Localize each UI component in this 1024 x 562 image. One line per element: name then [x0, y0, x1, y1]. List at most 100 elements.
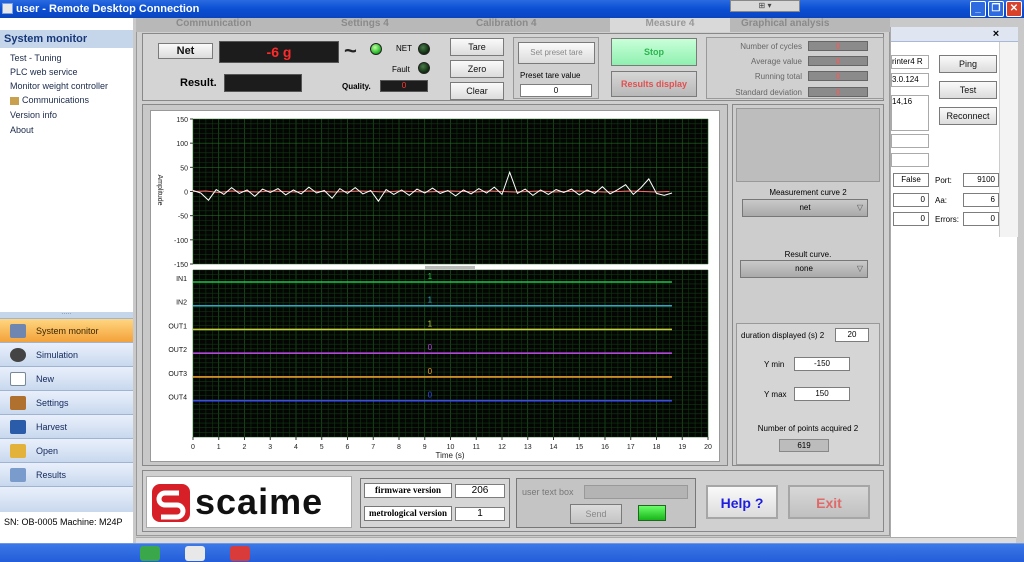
minimize-icon[interactable]: _: [970, 1, 986, 17]
ip-field: 3.0.124: [891, 73, 929, 87]
result-curve-select[interactable]: none ▽: [740, 260, 868, 278]
sidebar-item-about[interactable]: About: [10, 123, 34, 137]
nav-system-monitor[interactable]: System monitor: [0, 318, 133, 342]
nav-settings[interactable]: Settings: [0, 390, 133, 414]
sidebar-item-monitor-weight-controller[interactable]: Monitor weight controller: [10, 79, 108, 93]
result-display: [224, 74, 302, 92]
ymin-input[interactable]: -150: [794, 357, 850, 371]
measurement-curve-select[interactable]: net ▽: [742, 199, 868, 217]
x-tick-label: 15: [575, 444, 583, 451]
time-x-ticks: 0 1 2 3 4 5 6 7 8 9 10 11 12 13 14 15 16 17 18 19 20: [191, 437, 712, 451]
printer-field: rinter4 R: [891, 55, 929, 69]
x-tick-label: 13: [524, 444, 532, 451]
io-value-in1: 1: [428, 272, 433, 281]
sidebar-item-version-info[interactable]: Version info: [10, 108, 57, 122]
window-title: user - Remote Desktop Connection: [16, 3, 200, 15]
folder-icon: [10, 444, 26, 458]
send-status-led: [638, 505, 666, 521]
sidebar-item-communications[interactable]: Communications: [10, 93, 89, 107]
y-tick-label: 0: [184, 190, 188, 197]
x-tick-label: 20: [704, 444, 712, 451]
y-tick-label: 150: [176, 117, 188, 124]
x-tick-label: 7: [371, 444, 375, 451]
help-button[interactable]: Help ?: [706, 485, 778, 519]
nav-label: Open: [36, 446, 59, 456]
io-label-out4: OUT4: [168, 395, 187, 402]
metrological-label: metrological version: [364, 506, 452, 521]
results-display-button[interactable]: Results display: [611, 71, 697, 97]
io-label-in2: IN2: [176, 300, 187, 307]
nav-new[interactable]: New: [0, 366, 133, 390]
taskbar-app-icon[interactable]: [185, 546, 205, 561]
status-machine: SN: OB-0005 Machine: M24P: [0, 512, 133, 532]
x-tick-label: 12: [498, 444, 506, 451]
result-curve-label: Result curve.: [784, 250, 832, 259]
ymax-input[interactable]: 150: [794, 387, 850, 401]
x-tick-label: 3: [268, 444, 272, 451]
average-label: Average value: [751, 57, 802, 66]
nav-open[interactable]: Open: [0, 438, 133, 462]
sidebar-item-plc-web-service[interactable]: PLC web service: [10, 65, 78, 79]
x-tick-label: 8: [397, 444, 401, 451]
user-text-input[interactable]: [584, 485, 688, 499]
x-tick-label: 9: [423, 444, 427, 451]
misc-field: 14,16: [891, 95, 929, 131]
x-tick-label: 14: [550, 444, 558, 451]
x-tick-label: 5: [320, 444, 324, 451]
running-total-value: 0: [808, 71, 868, 81]
nav-results[interactable]: Results: [0, 462, 133, 486]
set-preset-tare-button[interactable]: Set preset tare: [518, 42, 595, 64]
stop-button[interactable]: Stop: [611, 38, 697, 66]
x-tick-label: 4: [294, 444, 298, 451]
plot-splitter[interactable]: [425, 266, 475, 269]
scaime-logo: scaime: [146, 476, 352, 528]
network-icon: [10, 96, 19, 105]
restore-icon[interactable]: ❐: [988, 1, 1004, 17]
aa-field: 6: [963, 193, 999, 207]
nav-harvest[interactable]: Harvest: [0, 414, 133, 438]
clear-button[interactable]: Clear: [450, 82, 504, 100]
tab-settings[interactable]: Settings 4: [341, 18, 389, 30]
test-button[interactable]: Test: [939, 81, 997, 99]
sidebar-item-communications-label: Communications: [22, 95, 90, 105]
user-text-label: user text box: [522, 487, 574, 497]
duration-input[interactable]: 20: [835, 328, 869, 342]
tab-calibration[interactable]: Calibration 4: [476, 18, 537, 30]
io-value-out1: 1: [428, 319, 433, 328]
result-label: Result.: [180, 77, 217, 89]
preset-tare-input[interactable]: 0: [520, 84, 592, 97]
zero-button[interactable]: Zero: [450, 60, 504, 78]
tab-measure[interactable]: Measure 4: [610, 18, 730, 32]
running-total-label: Running total: [754, 72, 802, 81]
errors-field: 0: [963, 212, 999, 226]
tare-button[interactable]: Tare: [450, 38, 504, 56]
nav-footer: [0, 486, 133, 512]
time-axis-label: Time (s): [435, 451, 464, 460]
harvest-icon: [10, 420, 26, 434]
exit-button[interactable]: Exit: [788, 485, 870, 519]
x-tick-label: 18: [653, 444, 661, 451]
net-value-display: -6 g: [219, 41, 339, 63]
port-field: 9100: [963, 173, 999, 187]
close-icon[interactable]: ×: [989, 28, 1003, 41]
y-tick-label: -150: [174, 262, 188, 269]
nav-simulation[interactable]: Simulation: [0, 342, 133, 366]
dropdown-arrow-icon: ▽: [856, 264, 863, 273]
measurement-curve-value: net: [799, 203, 811, 212]
close-icon[interactable]: ✕: [1006, 1, 1022, 17]
aa-label: Aa:: [935, 196, 948, 205]
tab-communication[interactable]: Communication: [176, 18, 252, 30]
sidebar-item-test-tuning[interactable]: Test - Tuning: [10, 51, 62, 65]
tab-graphical-analysis[interactable]: Graphical analysis: [741, 18, 829, 30]
taskbar-app-icon[interactable]: [230, 546, 250, 561]
net-led: [418, 43, 430, 55]
taskbar-app-icon[interactable]: [140, 546, 160, 561]
send-button[interactable]: Send: [570, 504, 622, 524]
results-icon: [10, 468, 26, 482]
rdp-connection-bar[interactable]: ⊞ ▾: [730, 0, 800, 12]
reconnect-button[interactable]: Reconnect: [939, 107, 997, 125]
firmware-value: 206: [455, 484, 505, 498]
quality-value: 0: [380, 80, 428, 92]
ping-button[interactable]: Ping: [939, 55, 997, 73]
x-tick-label: 11: [473, 444, 480, 451]
